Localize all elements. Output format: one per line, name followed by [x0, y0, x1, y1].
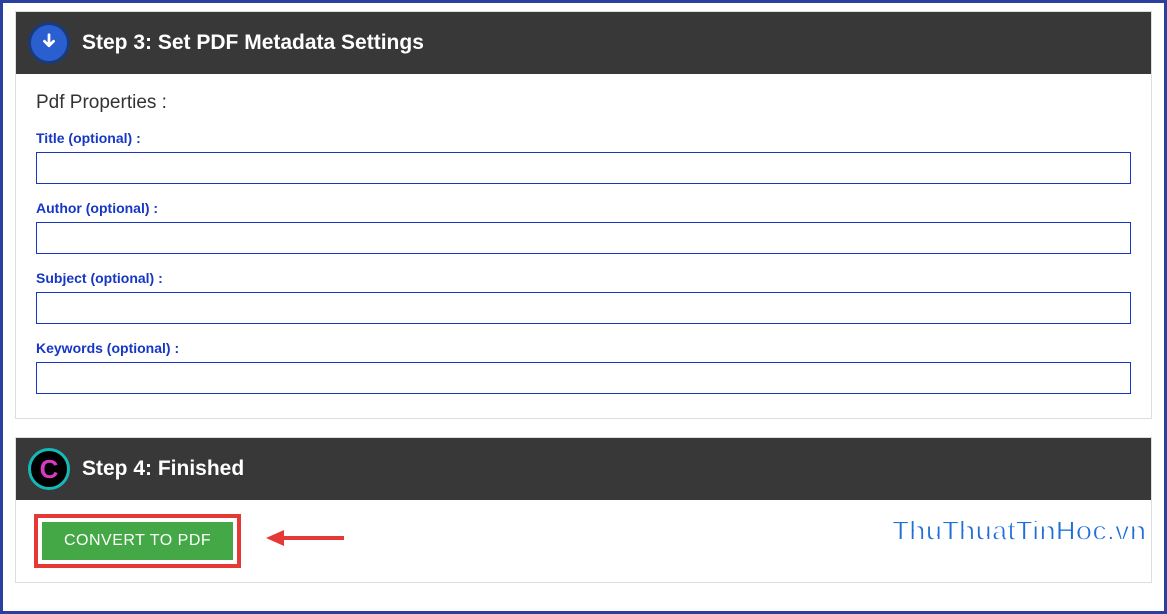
step3-header: Step 3: Set PDF Metadata Settings: [16, 12, 1151, 74]
download-arrow-icon: [28, 22, 70, 64]
keywords-label: Keywords (optional) :: [36, 340, 1131, 356]
title-field-group: Title (optional) :: [36, 130, 1131, 184]
step4-body: CONVERT TO PDF: [16, 500, 1151, 582]
subject-input[interactable]: [36, 292, 1131, 324]
author-label: Author (optional) :: [36, 200, 1131, 216]
author-input[interactable]: [36, 222, 1131, 254]
step3-panel: Step 3: Set PDF Metadata Settings Pdf Pr…: [15, 11, 1152, 419]
subject-field-group: Subject (optional) :: [36, 270, 1131, 324]
step4-title: Step 4: Finished: [82, 457, 244, 481]
title-label: Title (optional) :: [36, 130, 1131, 146]
step3-title: Step 3: Set PDF Metadata Settings: [82, 31, 424, 55]
subject-label: Subject (optional) :: [36, 270, 1131, 286]
step4-header: C Step 4: Finished: [16, 438, 1151, 500]
page-frame: Step 3: Set PDF Metadata Settings Pdf Pr…: [0, 0, 1167, 614]
arrow-left-icon: [266, 526, 346, 555]
title-input[interactable]: [36, 152, 1131, 184]
author-field-group: Author (optional) :: [36, 200, 1131, 254]
step4-panel: C Step 4: Finished CONVERT TO PDF: [15, 437, 1152, 583]
convert-highlight-box: CONVERT TO PDF: [34, 514, 241, 568]
keywords-input[interactable]: [36, 362, 1131, 394]
step3-body: Pdf Properties : Title (optional) : Auth…: [16, 74, 1151, 418]
convert-to-pdf-button[interactable]: CONVERT TO PDF: [42, 522, 233, 560]
keywords-field-group: Keywords (optional) :: [36, 340, 1131, 394]
c-logo-icon: C: [28, 448, 70, 490]
pdf-properties-heading: Pdf Properties :: [36, 92, 1131, 114]
